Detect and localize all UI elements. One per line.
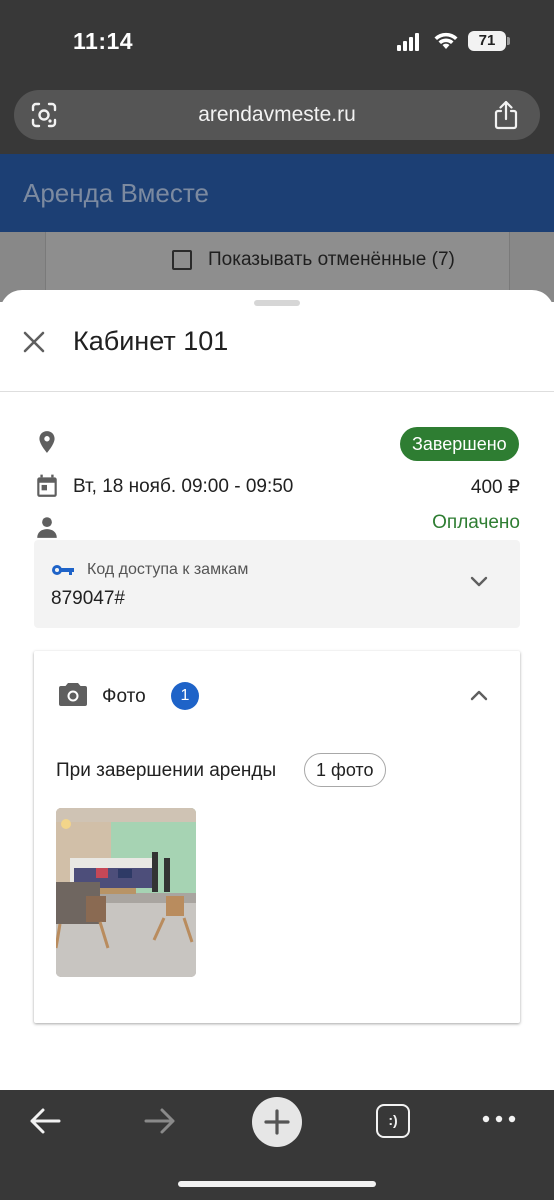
key-icon xyxy=(52,565,74,575)
photos-card: Фото 1 При завершении аренды 1 фото xyxy=(34,651,520,1023)
divider xyxy=(0,391,554,392)
status-bar: 11:14 71 xyxy=(0,0,554,80)
photos-label: Фото xyxy=(102,686,146,707)
home-indicator xyxy=(178,1181,376,1187)
tabs-counter-icon[interactable]: :) xyxy=(376,1104,410,1138)
status-badge: Завершено xyxy=(400,427,519,461)
more-icon[interactable] xyxy=(481,1112,517,1126)
back-arrow-icon[interactable] xyxy=(28,1106,62,1136)
forward-arrow-icon[interactable] xyxy=(143,1106,177,1136)
show-cancelled-label: Показывать отменённые (7) xyxy=(208,249,455,270)
completion-photos-label: При завершении аренды xyxy=(56,760,277,781)
url-text[interactable]: arendavmeste.ru xyxy=(14,103,540,127)
new-tab-button[interactable] xyxy=(252,1097,302,1147)
booking-details-sheet: Кабинет 101 Завершено Вт, 18 нояб. 09:00… xyxy=(0,290,554,1090)
person-icon xyxy=(37,517,57,538)
booking-datetime: Вт, 18 нояб. 09:00 - 09:50 xyxy=(73,476,294,497)
lock-code-label: Код доступа к замкам xyxy=(87,561,249,578)
photo-count-badge: 1 xyxy=(171,682,199,710)
battery-tip xyxy=(507,37,510,45)
date-row: Вт, 18 нояб. 09:00 - 09:50 400 ₽ xyxy=(0,470,554,504)
url-field[interactable]: arendavmeste.ru xyxy=(14,90,540,140)
location-pin-icon xyxy=(39,431,55,453)
browser-toolbar: :) xyxy=(0,1090,554,1200)
chevron-up-icon[interactable] xyxy=(468,685,490,707)
booking-price: 400 ₽ xyxy=(470,477,520,498)
chevron-down-icon[interactable] xyxy=(468,570,490,592)
browser-address-bar: arendavmeste.ru xyxy=(0,80,554,154)
lock-code-value: 879047# xyxy=(51,588,125,609)
sheet-title: Кабинет 101 xyxy=(73,326,229,356)
lock-code-panel[interactable]: Код доступа к замкам 879047# xyxy=(34,540,520,628)
payment-status: Оплачено xyxy=(432,512,520,533)
completion-photo-count-chip: 1 фото xyxy=(304,753,386,787)
close-icon[interactable] xyxy=(20,328,48,356)
drag-handle[interactable] xyxy=(254,300,300,306)
share-icon[interactable] xyxy=(492,100,520,130)
tenant-row: Оплачено xyxy=(0,512,554,538)
signal-icon xyxy=(397,33,419,51)
app-title: Аренда Вместе xyxy=(23,178,209,208)
room-photo-thumbnail[interactable] xyxy=(56,808,196,977)
camera-icon xyxy=(59,683,87,706)
wifi-icon xyxy=(434,32,458,49)
battery-icon: 71 xyxy=(468,31,506,51)
show-cancelled-checkbox[interactable] xyxy=(172,250,192,270)
calendar-icon xyxy=(37,474,57,497)
status-time: 11:14 xyxy=(73,28,134,54)
location-row: Завершено xyxy=(0,427,554,461)
new-tab-plus-icon xyxy=(264,1109,290,1135)
app-header: Аренда Вместе xyxy=(0,154,554,232)
